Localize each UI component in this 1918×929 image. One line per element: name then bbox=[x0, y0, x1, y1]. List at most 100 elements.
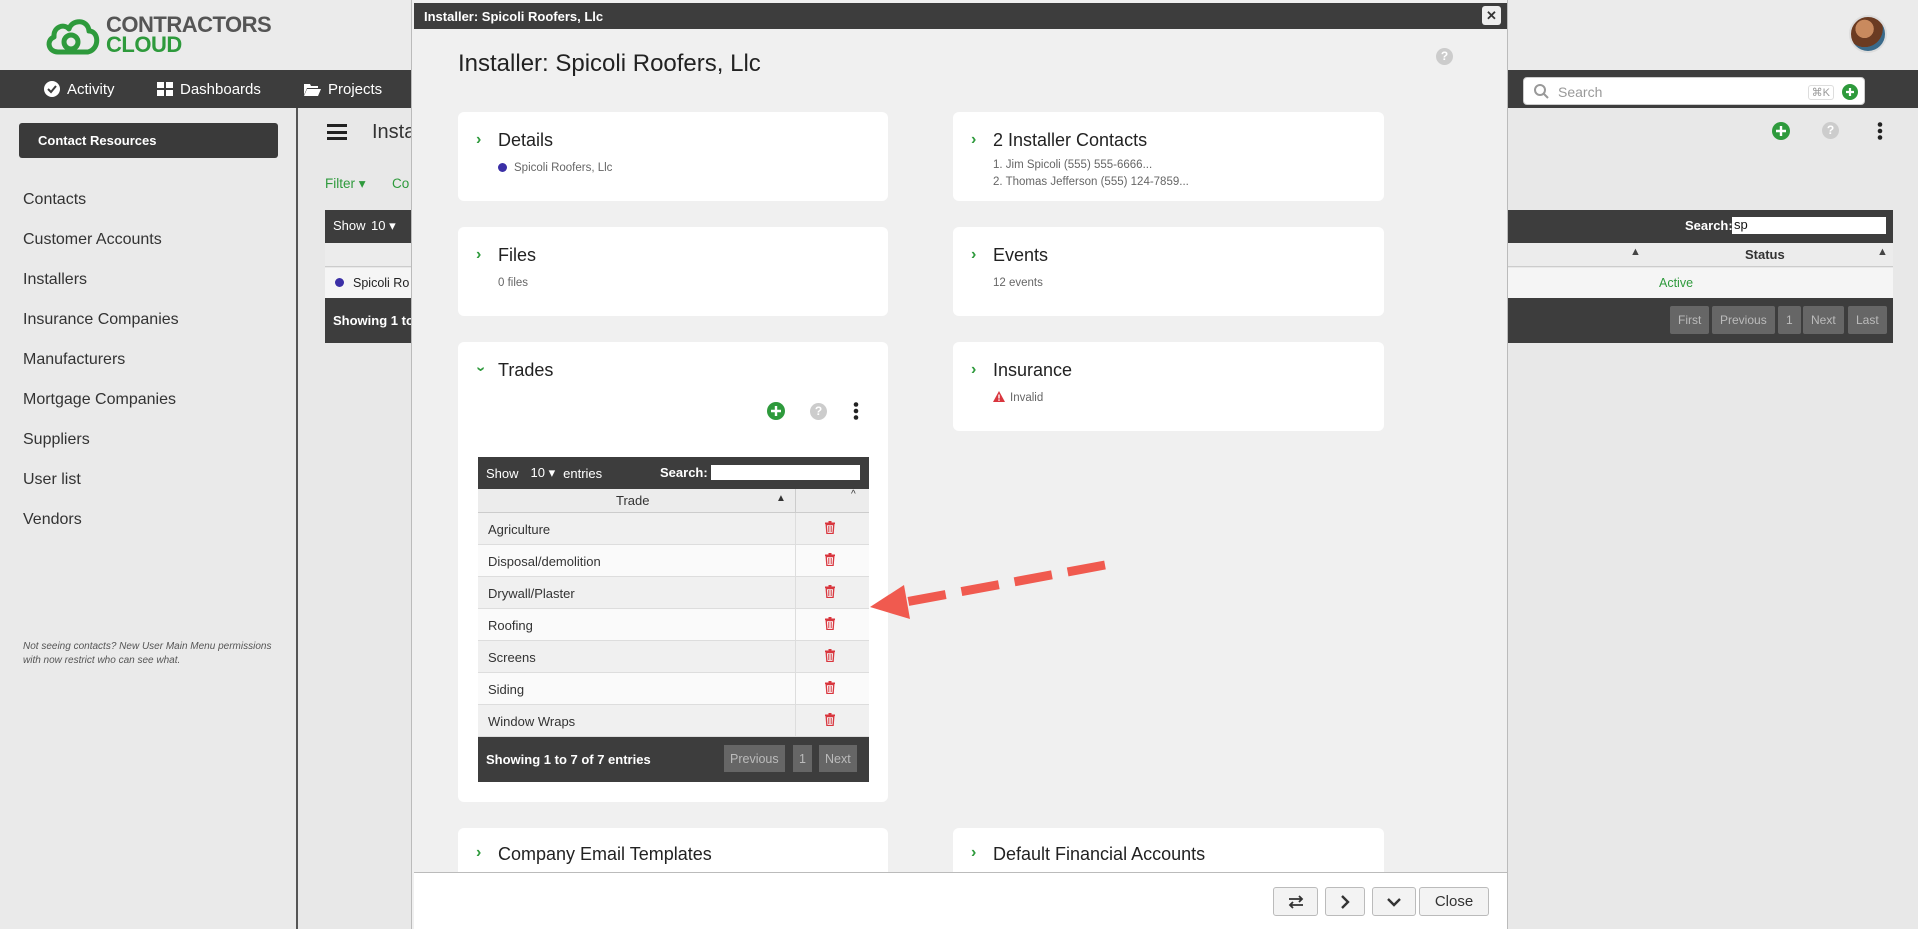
trades-card: › Trades ? Show 10 ▾ entries Search: Tra… bbox=[458, 342, 888, 802]
check-circle-icon bbox=[44, 81, 60, 97]
bg-pager-next[interactable]: Next bbox=[1803, 306, 1844, 334]
sidebar-item-contacts[interactable]: Contacts bbox=[23, 191, 86, 209]
trash-icon[interactable] bbox=[825, 681, 835, 694]
close-button[interactable]: Close bbox=[1419, 887, 1489, 916]
sidebar-item-manufacturers[interactable]: Manufacturers bbox=[23, 351, 125, 369]
trash-icon[interactable] bbox=[825, 521, 835, 534]
trades-table-footer: Showing 1 to 7 of 7 entries Previous 1 N… bbox=[478, 737, 869, 782]
details-title: Details bbox=[498, 130, 554, 150]
chevron-right-icon: › bbox=[971, 246, 977, 263]
trade-column-header[interactable]: Trade bbox=[616, 493, 649, 508]
financial-accounts-card[interactable]: › Default Financial Accounts bbox=[953, 828, 1384, 872]
financial-accounts-title: Default Financial Accounts bbox=[993, 844, 1206, 864]
trades-pager-page[interactable]: 1 bbox=[793, 745, 812, 772]
insurance-card[interactable]: › Insurance Invalid bbox=[953, 342, 1384, 431]
sidebar-item-user-list[interactable]: User list bbox=[23, 471, 81, 489]
files-card[interactable]: › Files 0 files bbox=[458, 227, 888, 316]
files-count: 0 files bbox=[498, 277, 529, 289]
bg-pager-previous[interactable]: Previous bbox=[1712, 306, 1775, 334]
add-circle-icon[interactable] bbox=[1842, 84, 1858, 100]
nav-projects[interactable]: Projects bbox=[304, 70, 382, 108]
swap-button[interactable] bbox=[1273, 887, 1318, 916]
bg-help-icon[interactable]: ? bbox=[1822, 122, 1839, 139]
email-templates-title: Company Email Templates bbox=[498, 844, 712, 864]
cloud-logo-icon bbox=[46, 19, 100, 55]
bg-row-name[interactable]: Spicoli Ro bbox=[353, 276, 409, 290]
trades-pager-previous[interactable]: Previous bbox=[724, 745, 785, 772]
bg-pager-page[interactable]: 1 bbox=[1778, 306, 1801, 334]
bg-more-vertical-icon[interactable] bbox=[1877, 122, 1883, 140]
sidebar-item-insurance-companies[interactable]: Insurance Companies bbox=[23, 311, 179, 329]
trash-icon[interactable] bbox=[825, 585, 835, 598]
annotation-arrow bbox=[870, 560, 1106, 619]
column-separator bbox=[795, 545, 796, 577]
table-row[interactable]: Drywall/Plaster bbox=[478, 577, 869, 609]
table-row[interactable]: Window Wraps bbox=[478, 705, 869, 737]
sidebar-item-vendors[interactable]: Vendors bbox=[23, 511, 82, 529]
table-row[interactable]: Roofing bbox=[478, 609, 869, 641]
bg-sort-icon[interactable]: ▲ bbox=[1630, 246, 1641, 258]
details-card[interactable]: › Details Spicoli Roofers, Llc bbox=[458, 112, 888, 201]
bg-status-sort-icon[interactable]: ▲ bbox=[1877, 246, 1888, 258]
insurance-status: Invalid bbox=[1010, 392, 1044, 404]
bg-status-header[interactable]: Status bbox=[1745, 247, 1785, 262]
trades-help-icon[interactable]: ? bbox=[810, 403, 827, 420]
chevron-down-icon[interactable]: › bbox=[472, 366, 490, 371]
installer-contacts-card[interactable]: › 2 Installer Contacts 1. Jim Spicoli (5… bbox=[953, 112, 1384, 201]
sidebar-item-installers[interactable]: Installers bbox=[23, 271, 87, 289]
table-row[interactable]: Screens bbox=[478, 641, 869, 673]
trades-entries-label: entries bbox=[563, 465, 603, 481]
next-button[interactable] bbox=[1325, 887, 1365, 916]
contractors-cloud-logo[interactable]: CONTRACTORS CLOUD bbox=[44, 14, 272, 56]
bg-add-circle-icon[interactable] bbox=[1772, 122, 1790, 140]
add-circle-icon[interactable] bbox=[767, 402, 785, 420]
bg-filter-link[interactable]: Filter ▾ bbox=[325, 176, 366, 192]
table-row[interactable]: Agriculture bbox=[478, 513, 869, 545]
trade-name: Screens bbox=[488, 650, 536, 665]
table-row[interactable]: Disposal/demolition bbox=[478, 545, 869, 577]
sidebar-item-suppliers[interactable]: Suppliers bbox=[23, 431, 90, 449]
close-icon[interactable]: ✕ bbox=[1482, 6, 1501, 25]
warning-triangle-icon bbox=[993, 391, 1005, 402]
events-card[interactable]: › Events 12 events bbox=[953, 227, 1384, 316]
details-company: Spicoli Roofers, Llc bbox=[514, 162, 613, 174]
bg-show-value: 10 bbox=[371, 218, 386, 233]
global-search-input[interactable]: Search ⌘K bbox=[1523, 77, 1865, 105]
bg-pager-first[interactable]: First bbox=[1670, 306, 1710, 334]
bg-show-select[interactable]: 10 ▾ bbox=[371, 218, 396, 234]
bg-pager-last[interactable]: Last bbox=[1848, 306, 1887, 334]
modal-titlebar-text: Installer: Spicoli Roofers, Llc bbox=[424, 9, 604, 24]
column-separator bbox=[795, 673, 796, 705]
nav-dashboards[interactable]: Dashboards bbox=[157, 70, 261, 108]
bg-filter-label: Filter bbox=[325, 176, 355, 191]
trades-show-select[interactable]: 10 ▾ bbox=[531, 465, 556, 481]
search-shortcut: ⌘K bbox=[1807, 85, 1834, 100]
more-vertical-icon[interactable] bbox=[853, 402, 859, 420]
trash-icon[interactable] bbox=[825, 649, 835, 662]
trash-icon[interactable] bbox=[825, 617, 835, 630]
bg-search-input[interactable]: sp bbox=[1732, 217, 1886, 234]
nav-activity[interactable]: Activity bbox=[44, 70, 115, 108]
trash-icon[interactable] bbox=[825, 713, 835, 726]
hamburger-menu-icon[interactable] bbox=[327, 124, 347, 140]
contacts-title: 2 Installer Contacts bbox=[993, 130, 1148, 150]
sidebar-item-mortgage-companies[interactable]: Mortgage Companies bbox=[23, 391, 176, 409]
sidebar-item-customer-accounts[interactable]: Customer Accounts bbox=[23, 231, 162, 249]
trades-pager-next[interactable]: Next bbox=[819, 745, 857, 772]
nav-dashboards-label: Dashboards bbox=[180, 80, 261, 98]
trades-title[interactable]: Trades bbox=[498, 360, 553, 381]
table-row[interactable]: Siding bbox=[478, 673, 869, 705]
email-templates-card[interactable]: › Company Email Templates bbox=[458, 828, 888, 872]
swap-arrows-icon bbox=[1288, 894, 1303, 909]
sort-icon[interactable]: ^ bbox=[851, 489, 856, 500]
help-icon[interactable]: ? bbox=[1436, 48, 1453, 65]
contact-resources-button[interactable]: Contact Resources bbox=[19, 123, 278, 158]
user-avatar[interactable] bbox=[1849, 15, 1887, 53]
contact-line-1: 1. Jim Spicoli (555) 555-6666... bbox=[993, 159, 1153, 171]
trash-icon[interactable] bbox=[825, 553, 835, 566]
sort-asc-icon[interactable]: ▲ bbox=[776, 493, 786, 504]
modal-footer: Close bbox=[414, 872, 1507, 929]
trades-search-input[interactable] bbox=[711, 465, 860, 480]
expand-button[interactable] bbox=[1372, 887, 1416, 916]
bg-col-link[interactable]: Co bbox=[392, 176, 409, 191]
